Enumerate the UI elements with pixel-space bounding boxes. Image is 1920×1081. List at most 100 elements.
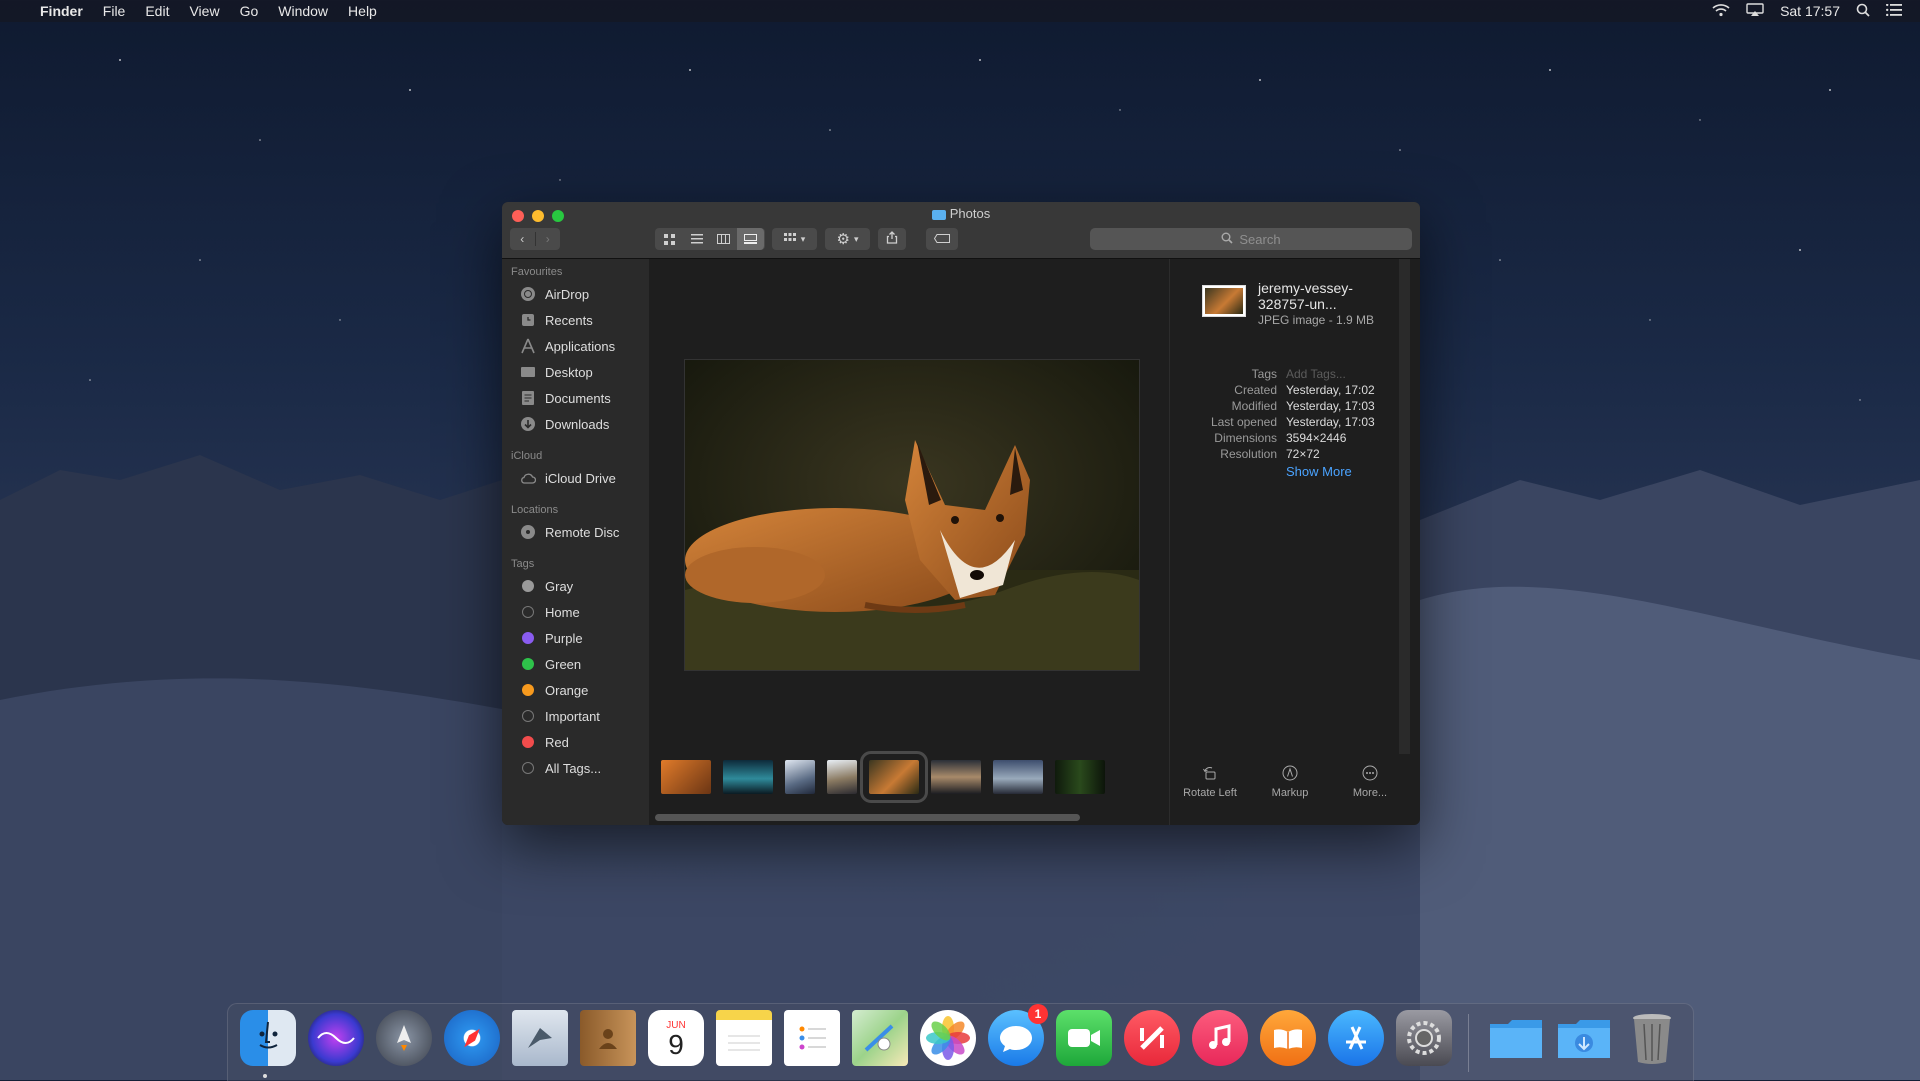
show-more-link[interactable]: Show More	[1286, 464, 1352, 479]
safari-icon[interactable]	[444, 1010, 500, 1066]
documents-folder-icon[interactable]	[1488, 1010, 1544, 1066]
photos-icon[interactable]	[920, 1010, 976, 1066]
sidebar-item-applications[interactable]: Applications	[502, 333, 649, 359]
sidebar-tag-red[interactable]: Red	[502, 729, 649, 755]
sidebar-tag-gray[interactable]: Gray	[502, 573, 649, 599]
sidebar-item-label: Home	[545, 604, 580, 620]
thumbnail[interactable]	[993, 760, 1043, 794]
itunes-icon[interactable]	[1192, 1010, 1248, 1066]
facetime-icon[interactable]	[1056, 1010, 1112, 1066]
more-button[interactable]: More...	[1332, 764, 1408, 799]
menu-help[interactable]: Help	[338, 3, 387, 19]
metadata-key: Resolution	[1220, 447, 1277, 461]
contacts-icon[interactable]	[580, 1010, 636, 1066]
menu-file[interactable]: File	[93, 3, 136, 19]
metadata-row-resolution: Resolution 72×72	[1180, 446, 1400, 462]
sidebar-section-tags: Tags	[511, 558, 535, 570]
messages-icon[interactable]: 1	[988, 1004, 1048, 1066]
ibooks-icon[interactable]	[1260, 1010, 1316, 1066]
menu-go[interactable]: Go	[230, 3, 269, 19]
airplay-icon[interactable]	[1746, 2, 1764, 20]
metadata-key: Created	[1234, 383, 1277, 397]
wifi-icon[interactable]	[1712, 3, 1730, 20]
sidebar-item-desktop[interactable]: Desktop	[502, 359, 649, 385]
sidebar-tag-green[interactable]: Green	[502, 651, 649, 677]
app-store-icon[interactable]	[1328, 1010, 1384, 1066]
sidebar-tag-home[interactable]: Home	[502, 599, 649, 625]
notes-icon[interactable]	[716, 1010, 772, 1066]
column-view-icon[interactable]	[710, 234, 737, 244]
airdrop-icon	[520, 286, 536, 302]
group-by-button[interactable]: ▾	[772, 228, 817, 250]
forward-button[interactable]: ›	[536, 232, 561, 246]
gallery-view-icon[interactable]	[737, 228, 764, 250]
tag-dot-icon	[520, 760, 536, 776]
tag-icon	[933, 232, 950, 246]
metadata-row-tags: Tags Add Tags...	[1180, 366, 1400, 382]
thumbnail[interactable]	[661, 760, 711, 794]
menu-edit[interactable]: Edit	[135, 3, 179, 19]
share-icon	[886, 231, 898, 247]
spotlight-icon[interactable]	[1856, 3, 1870, 20]
mail-icon[interactable]	[512, 1010, 568, 1066]
sidebar-item-downloads[interactable]: Downloads	[502, 411, 649, 437]
disc-icon	[520, 524, 536, 540]
thumbnail[interactable]	[1055, 760, 1105, 794]
calendar-icon[interactable]: JUN 9	[648, 1010, 704, 1066]
sidebar-item-label: Red	[545, 734, 569, 750]
list-view-icon[interactable]	[683, 234, 710, 244]
thumbnail[interactable]	[931, 760, 981, 794]
menu-view[interactable]: View	[179, 3, 229, 19]
system-preferences-icon[interactable]	[1396, 1010, 1452, 1066]
window-title: Photos	[502, 206, 1420, 221]
siri-icon[interactable]	[308, 1010, 364, 1066]
sidebar-item-documents[interactable]: Documents	[502, 385, 649, 411]
news-icon[interactable]	[1124, 1010, 1180, 1066]
markup-button[interactable]: Markup	[1252, 764, 1328, 799]
launchpad-icon[interactable]	[376, 1010, 432, 1066]
menu-clock[interactable]: Sat 17:57	[1780, 3, 1840, 19]
menu-bar: Finder File Edit View Go Window Help Sat…	[0, 0, 1920, 22]
share-button[interactable]	[878, 228, 906, 250]
image-preview[interactable]	[684, 359, 1140, 671]
back-button[interactable]: ‹	[510, 232, 536, 246]
metadata-value: 3594×2446	[1286, 431, 1347, 445]
sidebar-item-remote-disc[interactable]: Remote Disc	[502, 519, 649, 545]
menu-window[interactable]: Window	[268, 3, 338, 19]
sidebar-tag-purple[interactable]: Purple	[502, 625, 649, 651]
tag-dot-icon	[520, 682, 536, 698]
maps-icon[interactable]	[852, 1010, 908, 1066]
sidebar-section-icloud: iCloud	[511, 450, 543, 462]
notification-center-icon[interactable]	[1886, 3, 1902, 19]
tags-button[interactable]	[926, 228, 958, 250]
thumbnail[interactable]	[785, 760, 815, 794]
search-input[interactable]: Search	[1090, 228, 1412, 250]
sidebar-item-icloud-drive[interactable]: iCloud Drive	[502, 465, 649, 491]
downloads-folder-icon[interactable]	[1556, 1010, 1612, 1066]
add-tags-field[interactable]: Add Tags...	[1286, 366, 1346, 382]
action-button[interactable]: ⚙ ▾	[825, 228, 870, 250]
reminders-icon[interactable]	[784, 1010, 840, 1066]
file-name: jeremy-vessey-328757-un...	[1258, 280, 1353, 312]
rotate-left-button[interactable]: Rotate Left	[1172, 764, 1248, 799]
sidebar-item-recents[interactable]: Recents	[502, 307, 649, 333]
menu-app-finder[interactable]: Finder	[30, 3, 93, 19]
horizontal-scrollbar[interactable]	[655, 814, 1080, 821]
sidebar-tag-orange[interactable]: Orange	[502, 677, 649, 703]
sidebar-item-airdrop[interactable]: AirDrop	[502, 281, 649, 307]
thumbnail[interactable]	[723, 760, 773, 794]
icon-view-icon[interactable]	[656, 233, 683, 245]
sidebar-tag-all-tags[interactable]: All Tags...	[502, 755, 649, 781]
vertical-scrollbar[interactable]	[1399, 259, 1410, 754]
trash-icon[interactable]	[1624, 1010, 1680, 1066]
gear-icon: ⚙	[836, 231, 850, 248]
sidebar-tag-important[interactable]: Important	[502, 703, 649, 729]
thumbnail-selected[interactable]	[860, 751, 928, 803]
downloads-icon	[520, 416, 536, 432]
action-label: Markup	[1271, 787, 1309, 799]
sidebar-item-label: Recents	[545, 312, 593, 328]
file-thumbnail	[1202, 285, 1246, 317]
thumbnail[interactable]	[827, 760, 857, 794]
sidebar-section-locations: Locations	[511, 504, 559, 516]
finder-icon[interactable]	[240, 1010, 296, 1066]
